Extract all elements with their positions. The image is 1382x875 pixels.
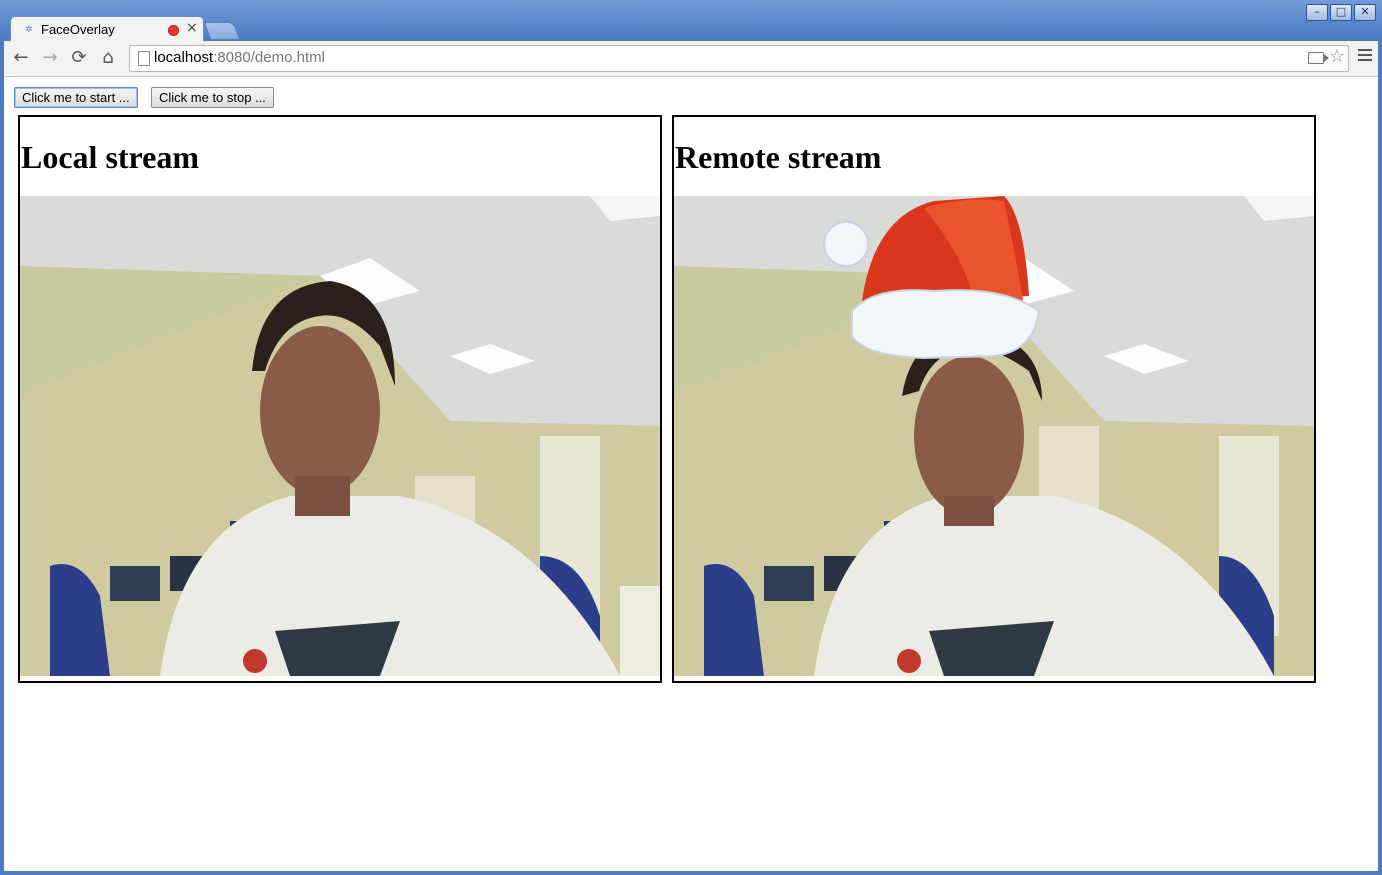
browser-window: – □ ✕ ✲ FaceOverlay × ← → ⟳ ⌂ localhost:…	[0, 0, 1382, 875]
camera-icon[interactable]	[1308, 52, 1329, 64]
hamburger-menu-icon[interactable]	[1358, 49, 1372, 64]
start-button[interactable]: Click me to start ...	[14, 87, 138, 108]
local-stream-panel: Local stream	[18, 115, 662, 683]
tab-faceoverlay[interactable]: ✲ FaceOverlay ×	[10, 16, 204, 43]
reload-icon[interactable]: ⟳	[68, 47, 90, 69]
remote-video	[674, 196, 1314, 676]
url-text[interactable]: localhost:8080/demo.html	[154, 49, 325, 66]
back-icon[interactable]: ←	[10, 47, 32, 69]
browser-toolbar: ← → ⟳ ⌂ localhost:8080/demo.html ☆	[4, 41, 1378, 77]
new-tab-button[interactable]	[203, 22, 241, 40]
stop-button[interactable]: Click me to stop ...	[151, 87, 274, 108]
page-viewport: Click me to start ... Click me to stop .…	[4, 77, 1378, 871]
tab-strip: ✲ FaceOverlay ×	[0, 14, 1382, 43]
address-bar[interactable]: localhost:8080/demo.html ☆	[129, 45, 1349, 72]
local-video	[20, 196, 660, 676]
remote-stream-panel: Remote stream	[672, 115, 1316, 683]
tab-title: FaceOverlay	[41, 22, 115, 37]
recording-icon	[168, 25, 179, 36]
remote-stream-title: Remote stream	[675, 139, 882, 175]
star-icon[interactable]: ☆	[1329, 46, 1345, 67]
close-tab-icon[interactable]: ×	[186, 20, 198, 36]
forward-icon[interactable]: →	[39, 47, 61, 69]
page-icon	[138, 51, 150, 66]
home-icon[interactable]: ⌂	[97, 47, 119, 69]
page-favicon-icon: ✲	[25, 25, 33, 35]
local-stream-title: Local stream	[21, 139, 200, 175]
